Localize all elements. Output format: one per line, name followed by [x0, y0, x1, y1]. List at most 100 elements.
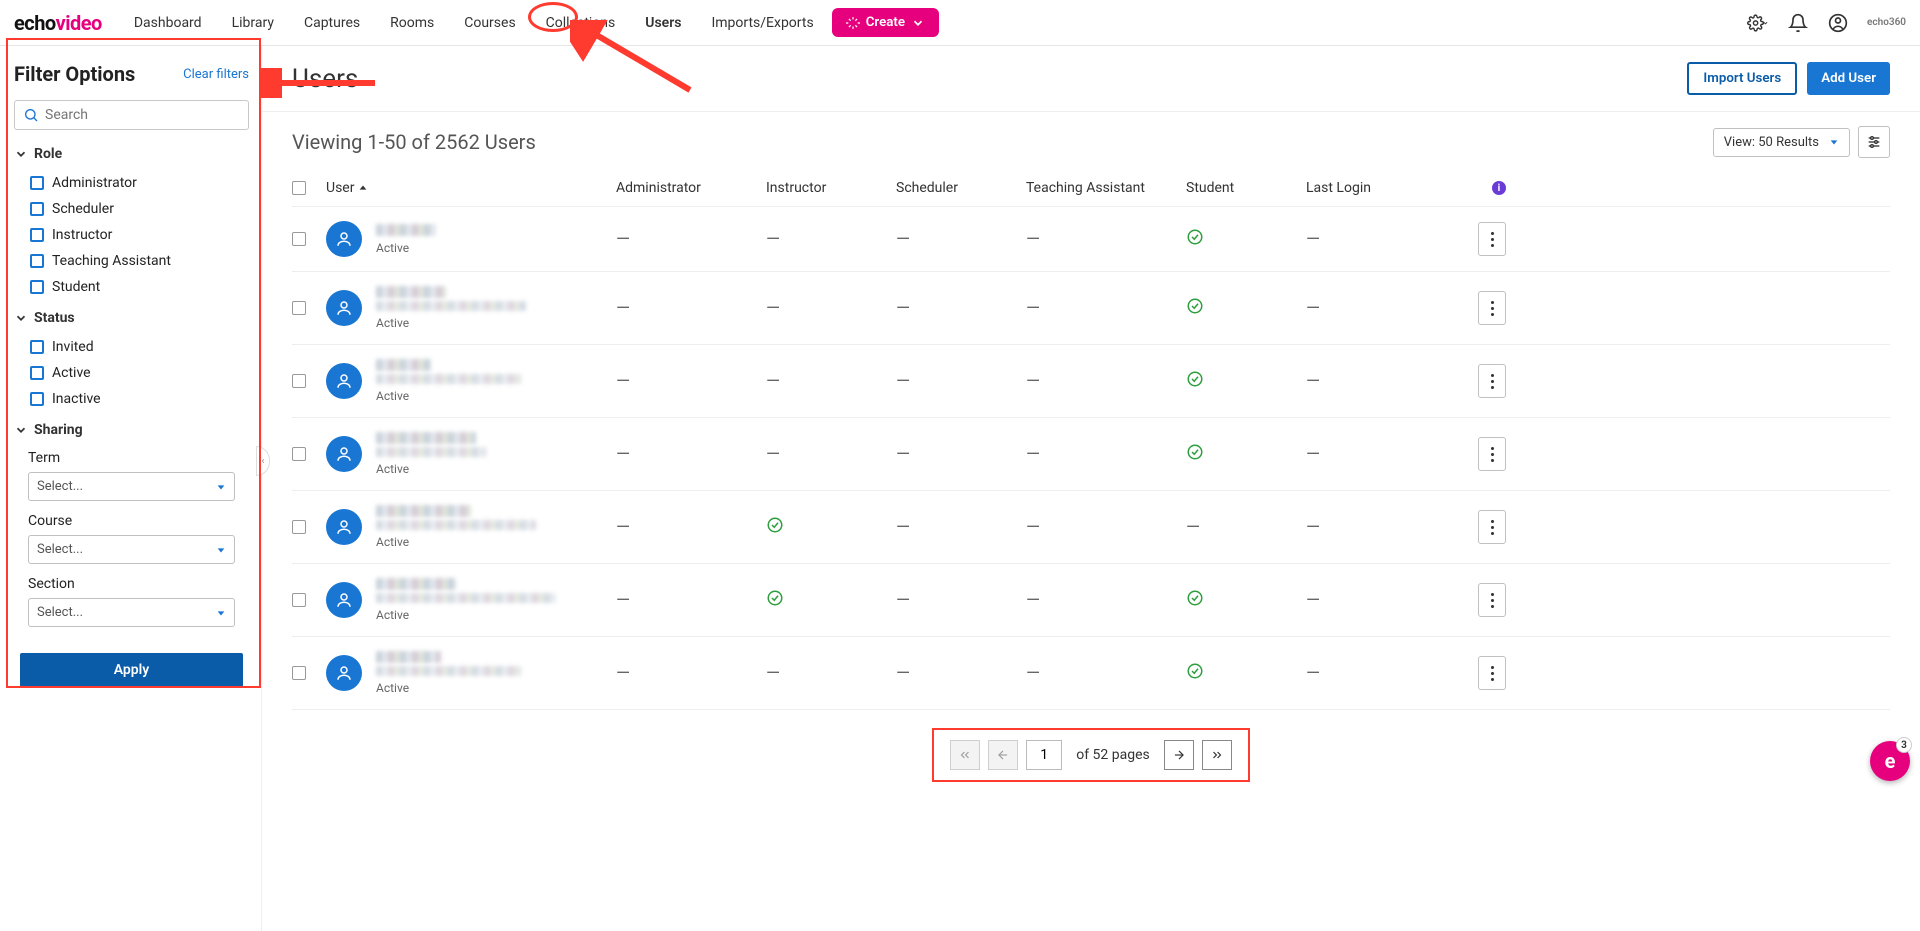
empty-dash: — — [1026, 371, 1040, 392]
col-lastlogin[interactable]: Last Login — [1306, 180, 1371, 196]
apply-button[interactable]: Apply — [20, 653, 243, 687]
status-checklist: InvitedActiveInactive — [14, 334, 249, 412]
nav-library[interactable]: Library — [228, 7, 278, 39]
row-actions-menu[interactable] — [1478, 510, 1506, 544]
chevrons-right-icon — [1210, 748, 1224, 762]
user-email-redacted — [376, 447, 486, 457]
term-select[interactable]: Select... — [28, 472, 235, 501]
pager-page-input[interactable] — [1026, 740, 1062, 770]
pager-next-button[interactable] — [1164, 740, 1194, 770]
row-checkbox[interactable] — [292, 447, 306, 461]
sort-asc-icon — [358, 183, 368, 193]
person-icon — [335, 591, 353, 609]
user-cell[interactable]: Active — [326, 221, 616, 257]
nav-rooms[interactable]: Rooms — [386, 7, 438, 39]
clear-filters-link[interactable]: Clear filters — [183, 67, 249, 82]
row-checkbox[interactable] — [292, 593, 306, 607]
profile-icon[interactable] — [1827, 12, 1849, 34]
add-user-button[interactable]: Add User — [1807, 62, 1890, 95]
select-all-checkbox[interactable] — [292, 181, 306, 195]
col-instructor[interactable]: Instructor — [766, 180, 826, 196]
col-student[interactable]: Student — [1186, 180, 1234, 196]
nav-collections[interactable]: Collections — [542, 7, 620, 39]
user-cell[interactable]: Active — [326, 286, 616, 330]
row-checkbox[interactable] — [292, 520, 306, 534]
status-option-invited[interactable]: Invited — [30, 334, 249, 360]
checkbox-icon — [30, 228, 44, 242]
nav-dashboard[interactable]: Dashboard — [130, 7, 206, 39]
settings-icon[interactable] — [1747, 12, 1769, 34]
empty-dash: — — [616, 298, 630, 319]
user-cell[interactable]: Active — [326, 505, 616, 549]
import-users-button[interactable]: Import Users — [1687, 62, 1797, 95]
row-checkbox[interactable] — [292, 232, 306, 246]
role-option-instructor[interactable]: Instructor — [30, 222, 249, 248]
bell-icon[interactable] — [1787, 12, 1809, 34]
row-actions-menu[interactable] — [1478, 656, 1506, 690]
term-select-placeholder: Select... — [37, 479, 83, 494]
arrow-left-icon — [996, 748, 1010, 762]
pager-last-button[interactable] — [1202, 740, 1232, 770]
col-scheduler[interactable]: Scheduler — [896, 180, 958, 196]
row-checkbox[interactable] — [292, 301, 306, 315]
empty-dash: — — [1306, 229, 1320, 250]
empty-dash: — — [896, 298, 910, 319]
section-select[interactable]: Select... — [28, 598, 235, 627]
status-option-inactive[interactable]: Inactive — [30, 386, 249, 412]
row-actions-menu[interactable] — [1478, 291, 1506, 325]
user-cell[interactable]: Active — [326, 432, 616, 476]
check-circle-icon — [1186, 228, 1204, 246]
row-actions-menu[interactable] — [1478, 583, 1506, 617]
info-icon[interactable]: i — [1492, 181, 1506, 195]
row-checkbox[interactable] — [292, 374, 306, 388]
user-name-redacted — [376, 578, 456, 590]
empty-dash: — — [1306, 517, 1320, 538]
nav-users[interactable]: Users — [641, 7, 685, 39]
course-select-placeholder: Select... — [37, 542, 83, 557]
avatar — [326, 582, 362, 618]
col-ta[interactable]: Teaching Assistant — [1026, 180, 1145, 196]
status-option-active[interactable]: Active — [30, 360, 249, 386]
course-select[interactable]: Select... — [28, 535, 235, 564]
main-content: Users Import Users Add User Viewing 1-50… — [262, 46, 1920, 931]
col-user[interactable]: User — [326, 180, 354, 196]
logo-part2: video — [56, 11, 102, 35]
create-button[interactable]: Create — [832, 8, 939, 37]
user-cell[interactable]: Active — [326, 359, 616, 403]
pager-first-button[interactable] — [950, 740, 980, 770]
sharing-group-toggle[interactable]: Sharing — [14, 422, 249, 438]
role-option-student[interactable]: Student — [30, 274, 249, 300]
help-badge[interactable]: e 3 — [1870, 741, 1910, 781]
nav-links: Dashboard Library Captures Rooms Courses Coll… — [130, 7, 818, 39]
row-actions-menu[interactable] — [1478, 437, 1506, 471]
table-header: User Administrator Instructor Scheduler … — [292, 170, 1890, 207]
checkbox-icon — [30, 254, 44, 268]
person-icon — [335, 445, 353, 463]
row-actions-menu[interactable] — [1478, 364, 1506, 398]
nav-captures[interactable]: Captures — [300, 7, 364, 39]
user-cell[interactable]: Active — [326, 651, 616, 695]
pager-total-text: of 52 pages — [1076, 747, 1150, 763]
role-option-scheduler[interactable]: Scheduler — [30, 196, 249, 222]
status-group-toggle[interactable]: Status — [14, 310, 249, 326]
search-input[interactable] — [45, 107, 240, 123]
col-admin[interactable]: Administrator — [616, 180, 701, 196]
checkbox-icon — [30, 366, 44, 380]
role-group-toggle[interactable]: Role — [14, 146, 249, 162]
user-cell[interactable]: Active — [326, 578, 616, 622]
pager-prev-button[interactable] — [988, 740, 1018, 770]
row-actions-menu[interactable] — [1478, 222, 1506, 256]
view-results-select[interactable]: View: 50 Results — [1713, 128, 1850, 157]
row-checkbox[interactable] — [292, 666, 306, 680]
section-label: Section — [28, 576, 249, 592]
nav-courses[interactable]: Courses — [460, 7, 519, 39]
user-status: Active — [376, 316, 526, 330]
settings-columns-button[interactable] — [1858, 126, 1890, 158]
search-input-wrap[interactable] — [14, 100, 249, 130]
empty-dash: — — [1306, 590, 1320, 611]
nav-importsexports[interactable]: Imports/Exports — [707, 7, 817, 39]
role-option-administrator[interactable]: Administrator — [30, 170, 249, 196]
chevron-down-icon — [14, 311, 28, 325]
role-option-teaching-assistant[interactable]: Teaching Assistant — [30, 248, 249, 274]
section-select-placeholder: Select... — [37, 605, 83, 620]
